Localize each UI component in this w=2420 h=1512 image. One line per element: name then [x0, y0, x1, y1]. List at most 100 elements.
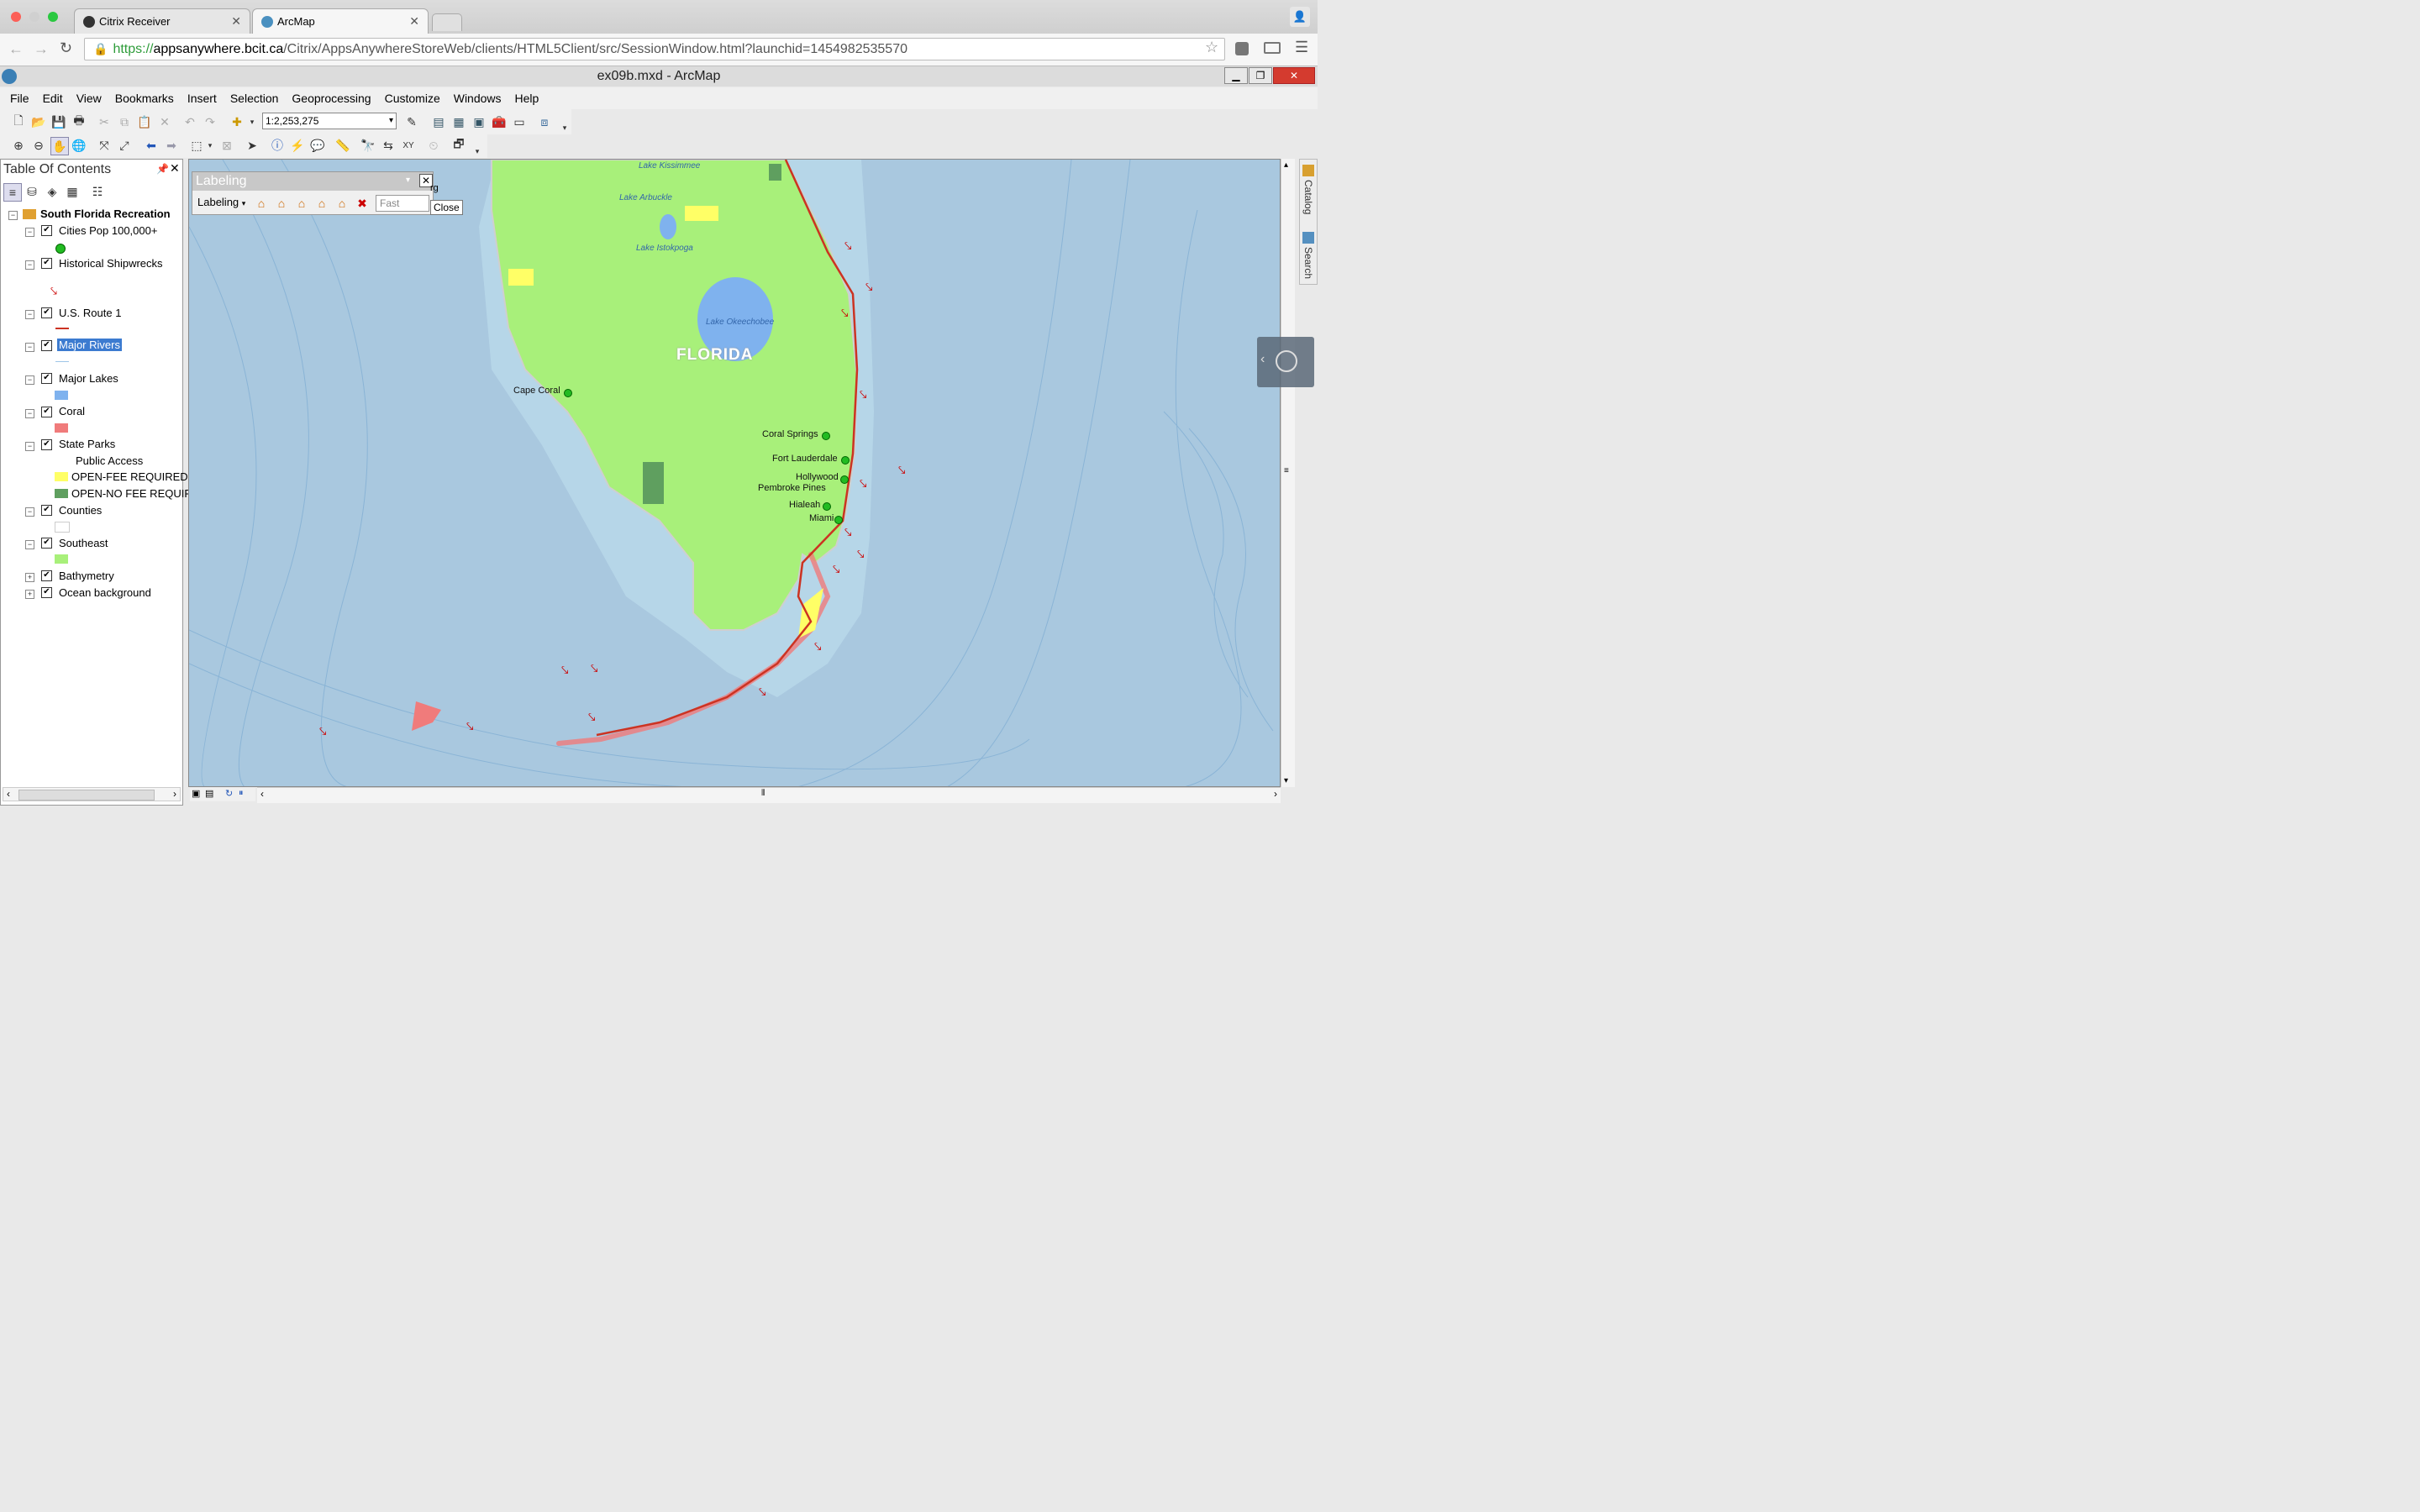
layer-visibility-checkbox[interactable]: ✔ [41, 225, 52, 236]
go-to-xy-icon[interactable]: XY [400, 137, 417, 154]
collapse-icon[interactable]: − [25, 507, 34, 517]
layer-shipwrecks[interactable]: Historical Shipwrecks [59, 257, 163, 270]
copy-icon[interactable]: ⧉ [116, 113, 133, 130]
refresh-icon[interactable]: ↻ [225, 788, 233, 799]
scrollbar-grip-icon[interactable]: ≡ [1284, 466, 1289, 475]
chevron-up-icon[interactable]: ▴ [1284, 160, 1288, 170]
close-tab-icon[interactable]: ✕ [231, 14, 241, 29]
chevron-left-icon[interactable]: ‹ [7, 788, 10, 800]
layer-lakes[interactable]: Major Lakes [59, 372, 118, 385]
layer-rivers[interactable]: Major Rivers [57, 339, 122, 351]
labeling-toolbar-title[interactable]: Labeling [192, 172, 433, 191]
layer-visibility-checkbox[interactable]: ✔ [41, 587, 52, 598]
label-manager-icon[interactable]: ⌂ [253, 195, 270, 212]
list-by-drawing-order-icon[interactable]: ≡ [3, 183, 22, 202]
close-icon[interactable]: ✕ [170, 161, 180, 176]
browser-tab[interactable]: Citrix Receiver ✕ [74, 8, 250, 34]
find-icon[interactable]: 🔭 [360, 137, 376, 154]
select-dropdown-icon[interactable]: ▾ [202, 137, 218, 154]
back-icon[interactable]: ← [8, 40, 24, 58]
layer-ocean[interactable]: Ocean background [59, 586, 151, 599]
html-popup-icon[interactable]: 💬 [309, 137, 326, 154]
menu-file[interactable]: File [3, 92, 36, 105]
pause-labeling-icon[interactable]: ⌂ [293, 195, 310, 212]
menu-help[interactable]: Help [508, 92, 546, 105]
layout-view-icon[interactable]: ▤ [205, 788, 213, 799]
layer-visibility-checkbox[interactable]: ✔ [41, 407, 52, 417]
extension-icon[interactable] [1235, 42, 1249, 55]
list-by-selection-icon[interactable]: ▦ [64, 183, 81, 200]
menu-bookmarks[interactable]: Bookmarks [108, 92, 181, 105]
new-tab-button[interactable] [432, 13, 462, 31]
label-priority-icon[interactable]: ⌂ [334, 195, 350, 212]
collapse-icon[interactable]: − [25, 409, 34, 418]
identify-icon[interactable]: ⓘ [269, 137, 286, 154]
table-of-contents-icon[interactable]: ▤ [430, 113, 447, 130]
search-window-icon[interactable]: ▣ [471, 113, 487, 130]
menu-view[interactable]: View [70, 92, 108, 105]
chevron-down-icon[interactable]: ▾ [389, 113, 393, 129]
layer-coral[interactable]: Coral [59, 405, 85, 417]
layer-visibility-checkbox[interactable]: ✔ [41, 373, 52, 384]
labeling-quality-select[interactable]: Fast [376, 195, 429, 212]
options-icon[interactable]: ☷ [89, 183, 106, 200]
close-tab-icon[interactable]: ✕ [409, 14, 419, 29]
search-icon[interactable] [1302, 232, 1314, 244]
map-display[interactable]: Lake Kissimmee Lake Arbuckle Lake Istokp… [188, 159, 1281, 787]
chevron-right-icon[interactable]: › [1274, 788, 1277, 800]
zoom-window-button[interactable] [48, 12, 58, 22]
layer-visibility-checkbox[interactable]: ✔ [41, 307, 52, 318]
layer-visibility-checkbox[interactable]: ✔ [41, 258, 52, 269]
collapse-icon[interactable]: − [25, 310, 34, 319]
restore-button[interactable]: ❐ [1249, 67, 1272, 84]
profile-icon[interactable]: 👤 [1290, 7, 1310, 27]
paste-icon[interactable]: 📋 [136, 113, 153, 130]
add-data-dropdown-icon[interactable]: ▾ [244, 113, 260, 130]
menu-edit[interactable]: Edit [36, 92, 70, 105]
lock-labels-icon[interactable]: ⌂ [273, 195, 290, 212]
time-slider-icon[interactable]: ⏲ [425, 137, 442, 154]
collapse-icon[interactable]: − [25, 260, 34, 270]
layer-visibility-checkbox[interactable]: ✔ [41, 439, 52, 450]
map-vertical-scrollbar[interactable]: ▴ ≡ ▾ [1281, 159, 1295, 787]
minimize-window-button[interactable] [29, 12, 39, 22]
delete-icon[interactable]: ✕ [156, 113, 173, 130]
scrollbar-grip-icon[interactable]: ⦀ [761, 789, 765, 798]
toolbar-options-icon[interactable]: ▾ [469, 143, 486, 160]
expand-icon[interactable]: + [25, 590, 34, 599]
address-bar[interactable]: 🔒 https://appsanywhere.bcit.ca/Citrix/Ap… [84, 38, 1225, 60]
open-folder-icon[interactable]: 📂 [30, 113, 47, 130]
collapse-icon[interactable]: − [25, 540, 34, 549]
measure-icon[interactable]: 📏 [334, 137, 351, 154]
layer-visibility-checkbox[interactable]: ✔ [41, 505, 52, 516]
catalog-tab[interactable]: Catalog [1302, 180, 1314, 214]
browser-tab-active[interactable]: ArcMap ✕ [252, 8, 429, 34]
collapse-icon[interactable]: − [25, 375, 34, 385]
scrollbar-thumb[interactable] [18, 790, 155, 801]
undo-icon[interactable]: ↶ [182, 113, 198, 130]
layer-cities[interactable]: Cities Pop 100,000+ [59, 224, 157, 237]
layer-route[interactable]: U.S. Route 1 [59, 307, 121, 319]
fixed-zoom-in-icon[interactable]: ⤧ [96, 137, 113, 154]
minimize-button[interactable]: ▁ [1224, 67, 1248, 84]
menu-customize[interactable]: Customize [378, 92, 447, 105]
close-window-button[interactable] [11, 12, 21, 22]
fixed-zoom-out-icon[interactable]: ⤢ [116, 137, 133, 154]
list-by-source-icon[interactable]: ⛁ [24, 183, 40, 200]
hyperlink-icon[interactable]: ⚡ [289, 137, 306, 154]
find-route-icon[interactable]: ⇆ [380, 137, 397, 154]
pan-icon[interactable]: ✋ [50, 137, 69, 155]
collapse-icon[interactable]: − [25, 228, 34, 237]
search-tab[interactable]: Search [1302, 247, 1314, 279]
collapse-icon[interactable]: − [25, 343, 34, 352]
clear-selection-icon[interactable]: ⊠ [218, 137, 235, 154]
add-data-icon[interactable]: ✚ [229, 113, 245, 130]
expand-icon[interactable]: + [25, 573, 34, 582]
go-back-icon[interactable]: ⬅ [143, 137, 160, 154]
data-view-icon[interactable]: ▣ [192, 788, 200, 799]
menu-icon[interactable]: ☰ [1295, 39, 1308, 56]
arctoolbox-icon[interactable]: 🧰 [491, 113, 508, 130]
editor-icon[interactable]: ✎ [403, 113, 420, 130]
print-icon[interactable]: 🖶 [71, 113, 87, 130]
collapse-icon[interactable]: − [8, 211, 18, 220]
